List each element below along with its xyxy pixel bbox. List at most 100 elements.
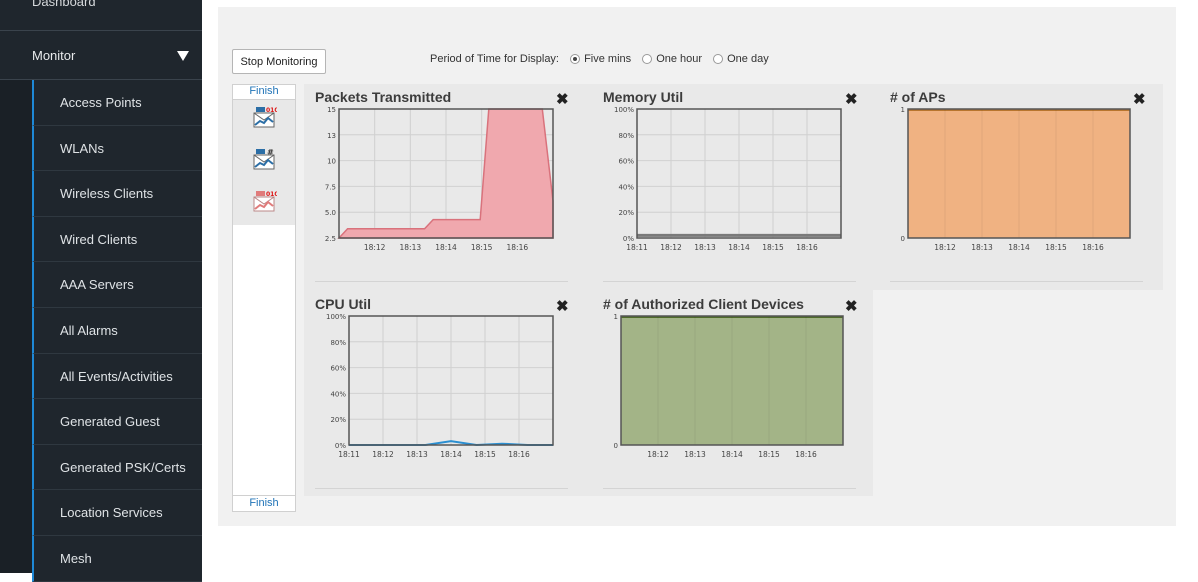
x-tick-label: 18:12 (934, 243, 956, 252)
y-tick-label: 0 (614, 442, 618, 450)
divider (315, 488, 568, 489)
divider (603, 281, 856, 282)
x-tick-label: 18:14 (440, 450, 462, 459)
sidebar-item-label: Mesh (60, 550, 92, 566)
radio-label-one-day[interactable]: One day (727, 53, 769, 65)
x-tick-label: 18:12 (660, 243, 682, 252)
y-tick-label: 0 (901, 235, 905, 243)
x-tick-label: 18:12 (647, 450, 669, 459)
packets-tx-icon[interactable]: 0101 (251, 104, 277, 130)
radio-one-day[interactable] (713, 54, 724, 64)
y-tick-label: 0% (335, 442, 346, 450)
x-tick-label: 18:12 (372, 450, 394, 459)
divider (603, 488, 856, 489)
x-tick-label: 18:11 (626, 243, 648, 252)
x-tick-label: 18:15 (762, 243, 784, 252)
sidebar-item-dashboard[interactable]: Dashboard (0, 0, 202, 31)
x-tick-label: 18:16 (1082, 243, 1104, 252)
x-tick-label: 18:16 (795, 450, 817, 459)
sidebar-item-wired-clients[interactable]: Wired Clients (32, 216, 202, 263)
caret-down-icon (177, 51, 189, 61)
y-tick-label: 7.5 (325, 183, 336, 191)
monitor-submenu: Access Points WLANs Wireless Clients Wir… (32, 80, 202, 582)
radio-five-mins[interactable] (570, 54, 581, 64)
sidebar-item-label: Wireless Clients (60, 186, 154, 202)
y-tick-label: 80% (330, 339, 346, 347)
sidebar-item-wireless-clients[interactable]: Wireless Clients (32, 171, 202, 217)
count-icon[interactable]: # (251, 146, 277, 172)
y-tick-label: 20% (330, 416, 346, 424)
sidebar-item-generated-guest[interactable]: Generated Guest (32, 399, 202, 445)
y-tick-label: 10 (327, 158, 336, 166)
sidebar-item-mesh[interactable]: Mesh (32, 535, 202, 582)
sidebar-item-label: Dashboard (32, 0, 96, 9)
x-tick-label: 18:13 (694, 243, 716, 252)
sidebar-item-label: AAA Servers (60, 277, 134, 293)
y-tick-label: 40% (330, 390, 346, 398)
y-tick-label: 100% (614, 106, 634, 114)
sidebar-item-label: Generated Guest (60, 414, 160, 430)
sidebar-indent (0, 80, 32, 573)
sidebar: Dashboard Monitor Access Points WLANs Wi… (0, 0, 202, 582)
sidebar-item-monitor[interactable]: Monitor (0, 33, 202, 80)
x-tick-label: 18:11 (338, 450, 360, 459)
y-tick-label: 20% (618, 209, 634, 217)
sidebar-item-label: Generated PSK/Certs (60, 459, 186, 475)
finish-link-bottom[interactable]: Finish (233, 495, 295, 511)
x-tick-label: 18:14 (721, 450, 743, 459)
sidebar-item-label: Wired Clients (60, 231, 138, 247)
aps-chart: 0 1 18:12 18:13 18:14 18:15 18:16 (901, 106, 1131, 252)
period-selector: Period of Time for Display: Five mins On… (430, 53, 769, 65)
clients-title: # of Authorized Client Devices (603, 296, 804, 312)
divider (315, 281, 568, 282)
radio-label-five-mins[interactable]: Five mins (584, 53, 631, 65)
x-tick-label: 18:16 (508, 450, 530, 459)
y-tick-label: 13 (327, 132, 336, 140)
radio-label-one-hour[interactable]: One hour (656, 53, 702, 65)
sidebar-item-aaa-servers[interactable]: AAA Servers (32, 262, 202, 308)
sidebar-item-label: Location Services (60, 505, 163, 521)
packets-error-icon[interactable]: 0101 (251, 188, 277, 214)
x-tick-label: 18:16 (507, 243, 529, 252)
aps-title: # of APs (890, 89, 946, 105)
y-tick-label: 0% (623, 235, 634, 243)
x-tick-label: 18:15 (758, 450, 780, 459)
y-tick-label: 100% (326, 313, 346, 321)
x-tick-label: 18:13 (400, 243, 422, 252)
x-tick-label: 18:14 (1008, 243, 1030, 252)
sidebar-item-label: All Events/Activities (60, 368, 173, 384)
cpu-chart: 0% 20% 40% 60% 80% 100% 18:11 18:12 18:13 18:14 18… (326, 313, 554, 459)
x-tick-label: 18:13 (684, 450, 706, 459)
sidebar-item-label: Access Points (60, 95, 142, 110)
y-tick-label: 40% (618, 183, 634, 191)
packets-chart: 2.5 5.0 7.5 10 13 15 18:12 18:13 18:14 18:15 18:16 (325, 106, 554, 252)
sidebar-item-wlans[interactable]: WLANs (32, 125, 202, 172)
x-tick-label: 18:13 (971, 243, 993, 252)
sidebar-item-access-points[interactable]: Access Points (32, 80, 202, 126)
y-tick-label: 2.5 (325, 235, 336, 243)
sidebar-item-generated-psk[interactable]: Generated PSK/Certs (32, 444, 202, 491)
sidebar-item-all-events[interactable]: All Events/Activities (32, 353, 202, 400)
divider (890, 281, 1143, 282)
x-tick-label: 18:16 (796, 243, 818, 252)
x-tick-label: 18:15 (474, 450, 496, 459)
y-tick-label: 60% (330, 365, 346, 373)
x-tick-label: 18:15 (1045, 243, 1067, 252)
finish-link-top[interactable]: Finish (233, 85, 295, 100)
radio-one-hour[interactable] (642, 54, 653, 64)
finish-panel: Finish 0101 # 0101 Finish (232, 84, 296, 512)
memory-chart: 0% 20% 40% 60% 80% 100% 18:11 18:12 18:13 18:14 18… (614, 106, 842, 252)
y-tick-label: 1 (901, 106, 905, 114)
x-tick-label: 18:14 (435, 243, 457, 252)
sidebar-item-all-alarms[interactable]: All Alarms (32, 307, 202, 354)
stop-monitoring-button[interactable]: Stop Monitoring (232, 49, 326, 74)
sidebar-item-label: Monitor (32, 48, 76, 63)
sidebar-item-location-services[interactable]: Location Services (32, 490, 202, 536)
sidebar-item-label: WLANs (60, 140, 105, 156)
y-tick-label: 5.0 (325, 209, 336, 217)
y-tick-label: 15 (327, 106, 336, 114)
memory-title: Memory Util (603, 89, 684, 105)
x-tick-label: 18:13 (406, 450, 428, 459)
packets-title: Packets Transmitted (315, 89, 452, 105)
y-tick-label: 1 (614, 313, 618, 321)
